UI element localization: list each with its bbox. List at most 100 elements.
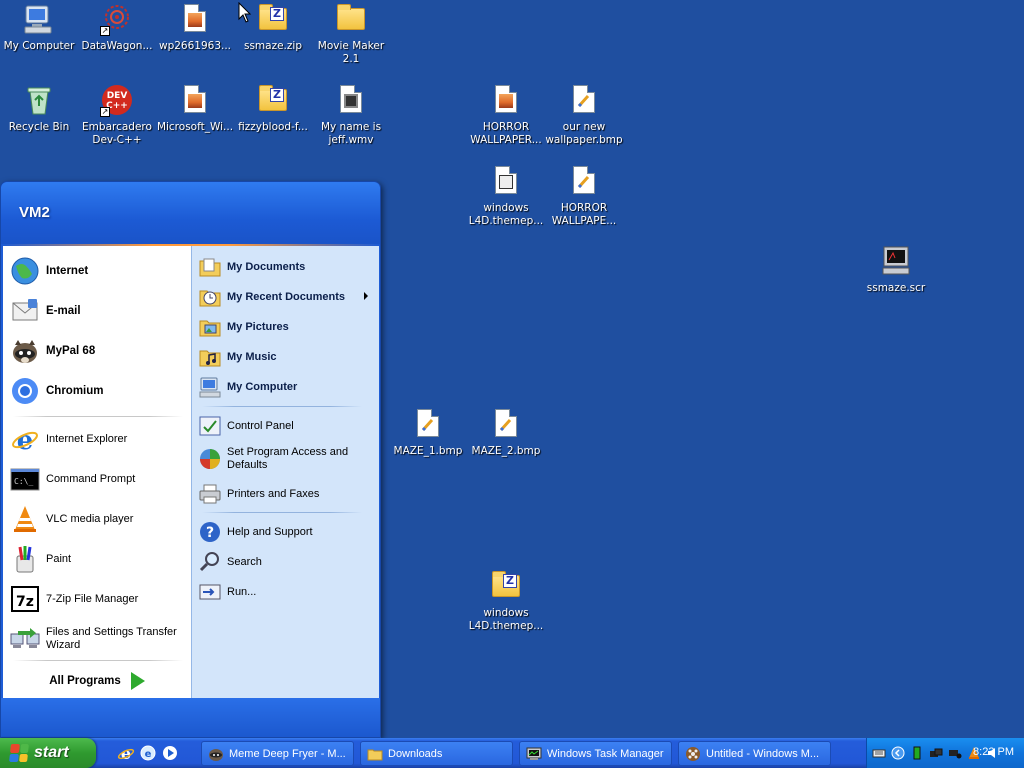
desktop-icon-label: windows L4D.themep... bbox=[468, 202, 544, 227]
pinned-item-email[interactable]: E-mail bbox=[9, 292, 187, 330]
shortcut-arrow-icon: ↗ bbox=[100, 107, 110, 117]
task-button-task-manager[interactable]: Windows Task Manager bbox=[519, 741, 672, 766]
desktop-icon-datawagon[interactable]: ↗ DataWagon... bbox=[78, 2, 156, 53]
network-connection-icon[interactable] bbox=[948, 746, 962, 760]
desktop-icon-recycle-bin[interactable]: Recycle Bin bbox=[0, 83, 78, 134]
program-item-internet-explorer[interactable]: e Internet Explorer bbox=[9, 421, 187, 457]
program-item-label: Command Prompt bbox=[46, 473, 136, 485]
program-item-label: Files and Settings Transfer Wizard bbox=[46, 626, 177, 651]
taskbar: start e e Meme Deep Fryer - M... Downloa… bbox=[0, 738, 1024, 768]
7zip-icon: 7z bbox=[9, 583, 41, 615]
desktop-icon-fizzyblood[interactable]: Z fizzyblood-f... bbox=[234, 83, 312, 134]
bmp-file-icon bbox=[567, 83, 601, 117]
run-icon bbox=[198, 580, 222, 604]
place-my-recent-documents[interactable]: My Recent Documents bbox=[198, 283, 374, 311]
mypal-raccoon-icon bbox=[208, 746, 224, 762]
pinned-item-chromium[interactable]: Chromium bbox=[9, 372, 187, 410]
desktop-icon-my-computer[interactable]: My Computer bbox=[0, 2, 78, 53]
user-name: VM2 bbox=[19, 204, 50, 221]
place-label: Printers and Faxes bbox=[227, 488, 320, 500]
place-search[interactable]: Search bbox=[198, 548, 374, 576]
program-item-7zip[interactable]: 7z 7-Zip File Manager bbox=[9, 581, 187, 617]
screensaver-icon bbox=[879, 244, 913, 278]
desktop-icon-our-new-wallpaper[interactable]: our new wallpaper.bmp bbox=[545, 83, 623, 147]
desktop-icon-horror-wallpaper-1[interactable]: HORROR WALLPAPER... bbox=[467, 83, 545, 147]
help-icon: ? bbox=[198, 520, 222, 544]
my-music-icon bbox=[198, 345, 222, 369]
start-menu-footer bbox=[1, 698, 380, 737]
desktop-icon-label: DataWagon... bbox=[81, 40, 153, 52]
desktop-icon-horror-wallpaper-2[interactable]: HORROR WALLPAPE... bbox=[545, 164, 623, 228]
desktop-icon-windows-l4d-theme[interactable]: windows L4D.themep... bbox=[467, 164, 545, 228]
place-control-panel[interactable]: Control Panel bbox=[198, 412, 374, 440]
program-item-vlc[interactable]: VLC media player bbox=[9, 501, 187, 537]
video-file-icon bbox=[334, 83, 368, 117]
bmp-file-icon bbox=[567, 164, 601, 198]
keyboard-icon[interactable] bbox=[872, 746, 886, 760]
desktop-icon-ssmaze-scr[interactable]: ssmaze.scr bbox=[857, 244, 935, 295]
task-button-label: Meme Deep Fryer - M... bbox=[229, 747, 346, 760]
desktop-icon-label: ssmaze.scr bbox=[866, 282, 926, 294]
image-file-icon bbox=[178, 2, 212, 36]
battery-icon[interactable] bbox=[910, 746, 924, 760]
place-my-documents[interactable]: My Documents bbox=[198, 253, 374, 281]
pinned-item-label: Chromium bbox=[46, 385, 104, 397]
svg-text:?: ? bbox=[206, 525, 214, 541]
place-label: My Computer bbox=[227, 381, 298, 393]
desktop-icon-wp2661963[interactable]: wp2661963... bbox=[156, 2, 234, 53]
desktop-icon-label: HORROR WALLPAPE... bbox=[551, 202, 617, 227]
menu-separator bbox=[202, 512, 362, 513]
submenu-arrow-icon bbox=[364, 292, 368, 300]
quicklaunch-media-player-icon[interactable] bbox=[161, 744, 179, 762]
image-file-icon bbox=[178, 83, 212, 117]
desktop-icon-movie-maker[interactable]: Movie Maker 2.1 bbox=[312, 2, 390, 66]
desktop-icon-microsoft-wi[interactable]: Microsoft_Wi... bbox=[156, 83, 234, 134]
desktop-icon-my-name-is-jeff[interactable]: My name is jeff.wmv bbox=[312, 83, 390, 147]
program-item-paint[interactable]: Paint bbox=[9, 541, 187, 577]
place-printers-and-faxes[interactable]: Printers and Faxes bbox=[198, 480, 374, 508]
start-menu-left-pane: Internet E-mail MyPal 68 Chromium e Inte… bbox=[3, 246, 191, 698]
program-item-command-prompt[interactable]: C:\_ Command Prompt bbox=[9, 461, 187, 497]
place-label: Help and Support bbox=[227, 526, 313, 538]
desktop-icon-label: wp2661963... bbox=[158, 40, 232, 52]
place-run[interactable]: Run... bbox=[198, 578, 374, 606]
place-set-program-access[interactable]: Set Program Access and Defaults bbox=[198, 442, 374, 476]
pinned-item-mypal[interactable]: MyPal 68 bbox=[9, 332, 187, 370]
my-pictures-icon bbox=[198, 315, 222, 339]
svg-text:DEV: DEV bbox=[107, 91, 128, 101]
desktop-icon-windows-l4d-zip[interactable]: Z windows L4D.themep... bbox=[467, 569, 545, 633]
desktop-icon-maze-1[interactable]: MAZE_1.bmp bbox=[389, 407, 467, 458]
transfer-wizard-icon bbox=[9, 623, 41, 655]
mouse-cursor-icon bbox=[238, 1, 252, 24]
dev-cpp-icon: DEV C++ ↗ bbox=[100, 83, 134, 117]
task-button-downloads[interactable]: Downloads bbox=[360, 741, 513, 766]
desktop-icon-label: HORROR WALLPAPER... bbox=[470, 121, 542, 146]
quicklaunch-outlook-icon[interactable]: e bbox=[139, 744, 157, 762]
tray-expand-chevron-icon[interactable] bbox=[891, 746, 905, 760]
place-my-music[interactable]: My Music bbox=[198, 343, 374, 371]
task-button-meme-deep-fryer[interactable]: Meme Deep Fryer - M... bbox=[201, 741, 354, 766]
place-label: My Music bbox=[227, 351, 277, 363]
all-programs-button[interactable]: All Programs bbox=[3, 664, 191, 698]
desktop-icon-dev-cpp[interactable]: DEV C++ ↗ Embarcadero Dev-C++ bbox=[78, 83, 156, 147]
folder-icon bbox=[334, 2, 368, 36]
desktop-icon-maze-2[interactable]: MAZE_2.bmp bbox=[467, 407, 545, 458]
place-help-and-support[interactable]: ? Help and Support bbox=[198, 518, 374, 546]
menu-separator bbox=[13, 660, 183, 661]
pinned-item-internet[interactable]: Internet bbox=[9, 252, 187, 290]
task-button-label: Untitled - Windows M... bbox=[706, 747, 820, 760]
start-button[interactable]: start bbox=[0, 738, 96, 768]
all-programs-label: All Programs bbox=[49, 675, 121, 687]
place-my-pictures[interactable]: My Pictures bbox=[198, 313, 374, 341]
start-menu-header: VM2 bbox=[1, 182, 380, 246]
menu-separator bbox=[202, 406, 362, 407]
place-my-computer[interactable]: My Computer bbox=[198, 373, 374, 401]
task-button-movie-maker[interactable]: Untitled - Windows M... bbox=[678, 741, 831, 766]
datawagon-icon: ↗ bbox=[100, 2, 134, 36]
pinned-item-label: Internet bbox=[46, 265, 89, 277]
place-label: My Recent Documents bbox=[227, 291, 345, 303]
clock[interactable]: 8:23 PM bbox=[973, 746, 1014, 758]
network-icon[interactable] bbox=[929, 746, 943, 760]
quicklaunch-ie-icon[interactable]: e bbox=[117, 744, 135, 762]
program-item-transfer-wizard[interactable]: Files and Settings Transfer Wizard bbox=[9, 621, 187, 657]
